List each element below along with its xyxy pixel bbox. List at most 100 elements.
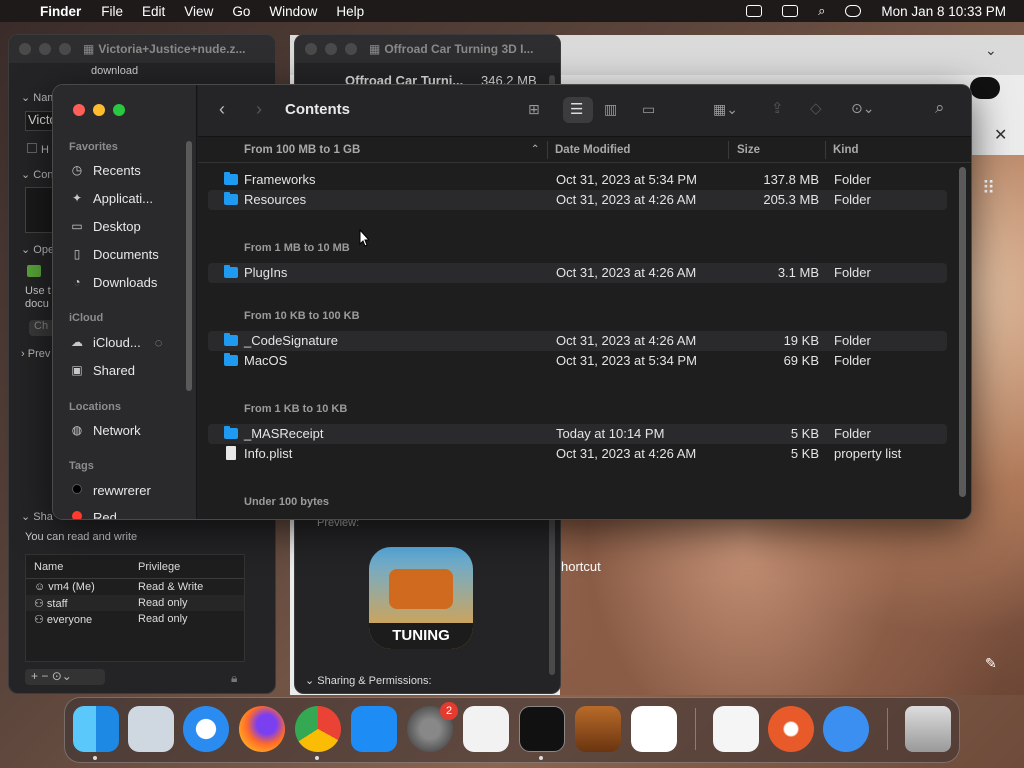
column-date-modified[interactable]: Date Modified: [555, 144, 630, 156]
sidebar-item-desktop[interactable]: ▭ Desktop: [69, 215, 189, 237]
dock-app-store-icon[interactable]: [351, 706, 397, 752]
lock-icon[interactable]: 🔒︎: [231, 671, 237, 686]
dock-terminal-icon[interactable]: [519, 706, 565, 752]
sidebar-item-icloud-drive[interactable]: ☁ iCloud... ◌: [69, 331, 189, 353]
table-row[interactable]: Info.plist Oct 31, 2023 at 4:26 AM 5 KB …: [208, 444, 947, 464]
dock-safari-icon[interactable]: [183, 706, 229, 752]
sidebar-item-downloads[interactable]: ◔ Downloads: [69, 271, 189, 293]
dock-instruments-icon[interactable]: [768, 706, 814, 752]
share-icon[interactable]: ⇪: [771, 99, 784, 117]
profile-avatar[interactable]: [970, 77, 1000, 99]
disclosure-icon[interactable]: ⌄: [21, 92, 33, 104]
dock-firefox-icon[interactable]: [239, 706, 285, 752]
chevron-down-icon[interactable]: ⌄: [985, 42, 997, 59]
menu-file[interactable]: File: [101, 4, 123, 19]
tag-icon[interactable]: ◇: [810, 99, 822, 117]
disclosure-icon[interactable]: ›: [21, 348, 28, 360]
add-icon[interactable]: +: [31, 669, 38, 683]
perm-privilege[interactable]: Read only: [138, 597, 188, 609]
sidebar-item-recents[interactable]: ◷ Recents: [69, 159, 189, 181]
finder-window[interactable]: Favorites ◷ Recents ✦ Applicati... ▭ Deskto…: [52, 84, 972, 520]
action-menu-icon[interactable]: ⊙⌄: [851, 100, 874, 117]
column-kind[interactable]: Kind: [833, 144, 859, 156]
column-size[interactable]: Size: [737, 144, 760, 156]
table-row[interactable]: _CodeSignature Oct 31, 2023 at 4:26 AM 1…: [208, 331, 947, 351]
close-dot[interactable]: [19, 43, 31, 55]
column-view-icon[interactable]: ▥: [604, 101, 617, 118]
table-row[interactable]: Frameworks Oct 31, 2023 at 5:34 PM 137.8…: [208, 170, 947, 190]
search-icon[interactable]: ⌕: [818, 3, 825, 19]
minimize-button[interactable]: [93, 104, 105, 116]
action-menu-icon[interactable]: ⊙⌄: [52, 669, 72, 683]
table-row[interactable]: Resources Oct 31, 2023 at 4:26 AM 205.3 …: [208, 190, 947, 210]
icon-view-icon[interactable]: ⊞: [528, 101, 540, 118]
edit-pencil-icon[interactable]: ✎: [985, 655, 997, 672]
forward-icon[interactable]: ›: [256, 99, 262, 120]
search-icon[interactable]: ⌕: [935, 98, 945, 118]
close-button[interactable]: [73, 104, 85, 116]
disclosure-icon[interactable]: ⌄: [21, 244, 33, 256]
sidebar-item-documents[interactable]: ▯ Documents: [69, 243, 189, 265]
column-name[interactable]: From 100 MB to 1 GB: [244, 144, 360, 156]
comments-field[interactable]: [25, 187, 55, 233]
menu-app-name[interactable]: Finder: [40, 4, 81, 19]
sidebar-tag-rewwrerer[interactable]: rewwrerer: [69, 479, 189, 501]
name-field[interactable]: Victo: [25, 111, 57, 131]
perm-privilege[interactable]: Read & Write: [138, 581, 203, 593]
hide-ext-checkbox[interactable]: [27, 143, 37, 153]
table-row[interactable]: ⚇ staff Read only: [26, 595, 244, 611]
menu-help[interactable]: Help: [336, 4, 364, 19]
minimize-dot[interactable]: [39, 43, 51, 55]
dock-finder-icon[interactable]: [73, 706, 119, 752]
sort-ascending-icon[interactable]: ⌃: [531, 144, 539, 155]
remove-icon[interactable]: −: [41, 669, 48, 683]
zoom-dot[interactable]: [59, 43, 71, 55]
gallery-view-icon[interactable]: ▭: [642, 101, 655, 118]
column-divider[interactable]: [825, 141, 826, 159]
disclosure-icon[interactable]: ⌄: [21, 511, 33, 523]
sidebar-tag-red[interactable]: Red: [69, 506, 189, 519]
group-by-icon[interactable]: ▦⌄: [713, 101, 738, 118]
disclosure-icon[interactable]: ⌄: [305, 675, 317, 687]
sidebar-item-applications[interactable]: ✦ Applicati...: [69, 187, 189, 209]
table-row[interactable]: _MASReceipt Today at 10:14 PM 5 KB Folde…: [208, 424, 947, 444]
menu-view[interactable]: View: [184, 4, 213, 19]
menu-go[interactable]: Go: [232, 4, 250, 19]
dock-launchpad-icon[interactable]: [128, 706, 174, 752]
keyboard-icon[interactable]: [746, 5, 763, 17]
back-icon[interactable]: ‹: [219, 99, 225, 120]
disclosure-icon[interactable]: ⌄: [21, 169, 33, 181]
dock-imovie-icon[interactable]: [713, 706, 759, 752]
list-view-icon[interactable]: ☰: [570, 100, 583, 118]
close-dot[interactable]: [305, 43, 317, 55]
dock-textedit-icon[interactable]: [463, 706, 509, 752]
perm-privilege[interactable]: Read only: [138, 613, 188, 625]
apps-grid-icon[interactable]: ⠿: [982, 178, 995, 199]
column-divider[interactable]: [547, 141, 548, 159]
zoom-dot[interactable]: [345, 43, 357, 55]
close-icon[interactable]: ✕: [994, 125, 1007, 145]
table-row[interactable]: MacOS Oct 31, 2023 at 5:34 PM 69 KB Fold…: [208, 351, 947, 371]
zoom-button[interactable]: [113, 104, 125, 116]
file-date: Oct 31, 2023 at 4:26 AM: [556, 265, 697, 280]
sidebar-item-shared[interactable]: ▣ Shared: [69, 359, 189, 381]
table-row[interactable]: ⚇ everyone Read only: [26, 611, 244, 627]
dock-garageband-icon[interactable]: [575, 706, 621, 752]
desktop-icon: ▭: [71, 219, 83, 233]
dock-chrome-icon[interactable]: [295, 706, 341, 752]
sidebar-item-network[interactable]: ◍ Network: [69, 419, 189, 441]
content-scrollbar[interactable]: [959, 167, 966, 497]
menu-window[interactable]: Window: [269, 4, 317, 19]
dock-trash-icon[interactable]: [905, 706, 951, 752]
dock-alien-icon[interactable]: [823, 706, 869, 752]
column-divider[interactable]: [728, 141, 729, 159]
control-center-icon[interactable]: [845, 5, 862, 17]
menu-edit[interactable]: Edit: [142, 4, 165, 19]
table-row[interactable]: PlugIns Oct 31, 2023 at 4:26 AM 3.1 MB F…: [208, 263, 947, 283]
minimize-dot[interactable]: [325, 43, 337, 55]
screen-mirror-icon[interactable]: [782, 5, 799, 17]
dock-vscode-icon[interactable]: [631, 706, 677, 752]
menu-clock[interactable]: Mon Jan 8 10:33 PM: [881, 4, 1006, 19]
table-row[interactable]: ☺ vm4 (Me) Read & Write: [26, 579, 244, 595]
sidebar-scrollbar[interactable]: [186, 141, 192, 391]
